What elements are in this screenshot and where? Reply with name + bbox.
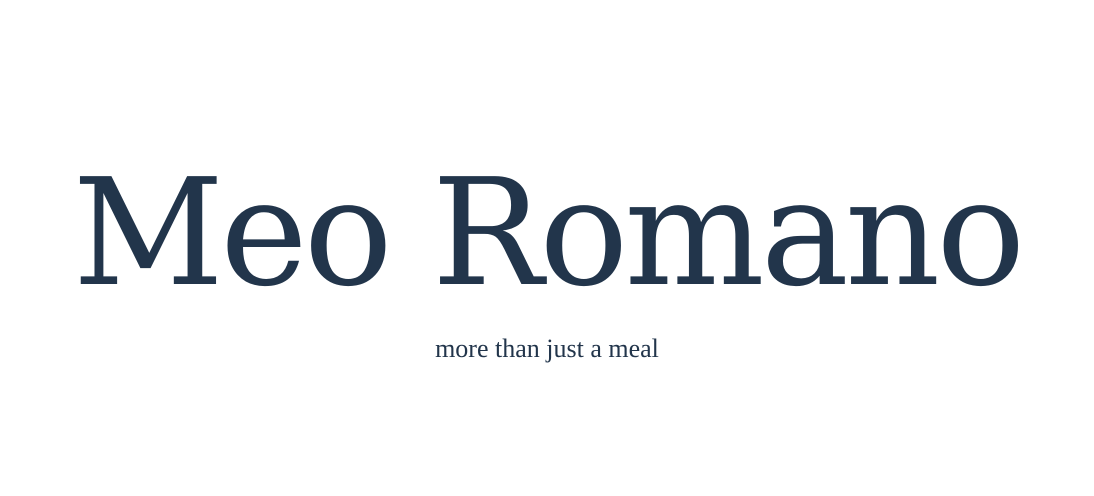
brand-title: Meo Romano: [72, 147, 1026, 319]
hero-section: Meo Romano more than just a meal: [0, 0, 1094, 496]
tagline: more than just a meal: [435, 334, 659, 363]
